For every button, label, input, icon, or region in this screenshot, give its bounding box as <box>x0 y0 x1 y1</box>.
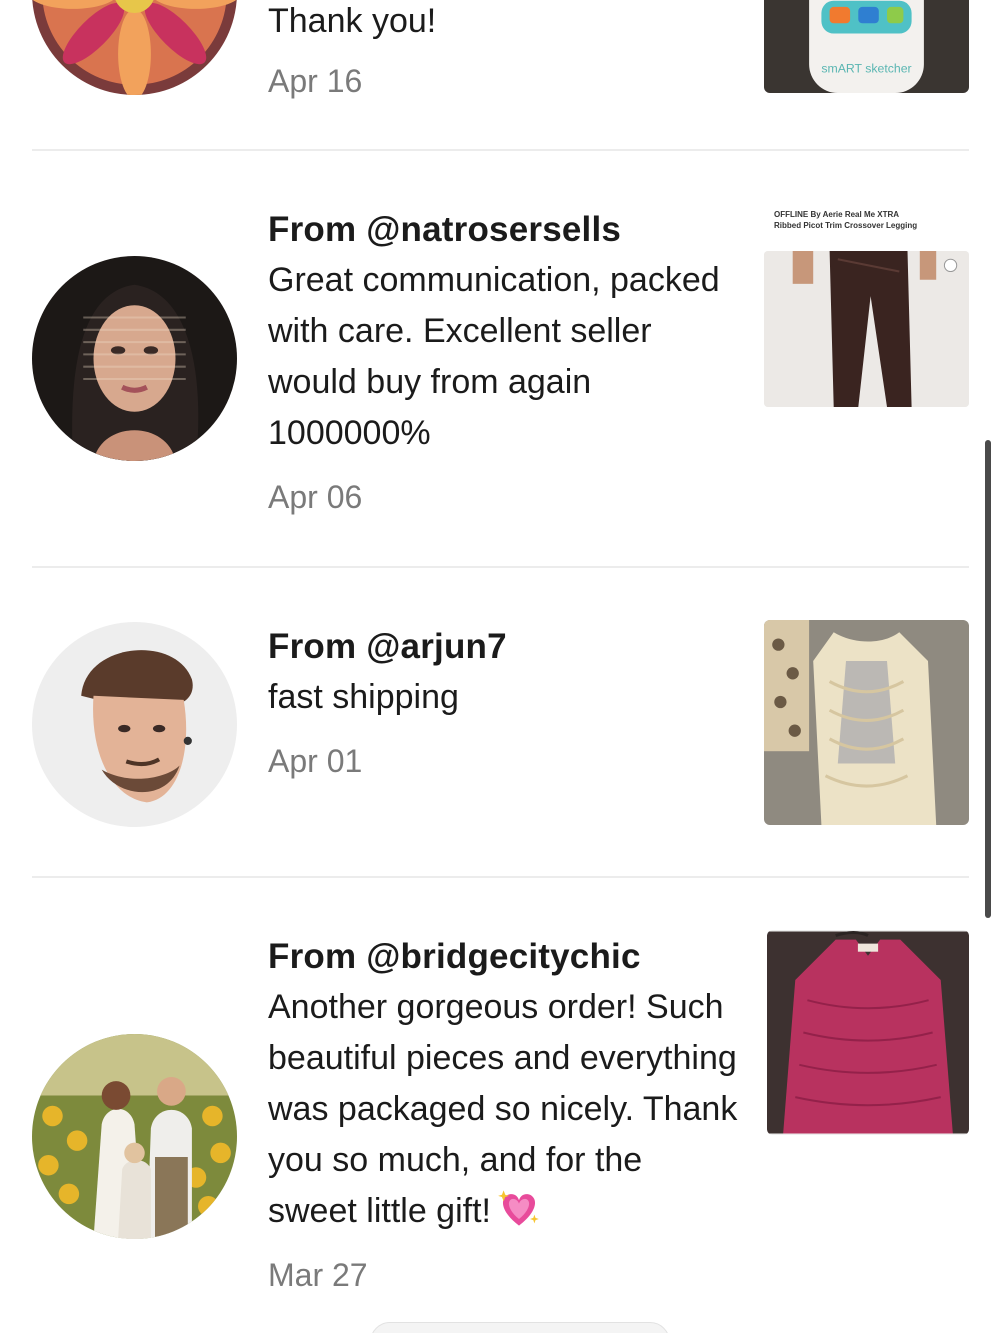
listing-thumbnail[interactable] <box>767 930 969 1135</box>
family-photo-icon <box>32 1034 237 1239</box>
sparkling-heart-icon <box>498 1190 539 1226</box>
reviewer-handle[interactable]: From @arjun7 <box>268 621 738 672</box>
reviewer-avatar[interactable] <box>32 256 237 461</box>
scrollbar[interactable] <box>985 440 991 918</box>
lace-top-photo-icon <box>764 620 969 825</box>
reviewer-handle[interactable]: From @bridgecitychic <box>268 931 738 982</box>
reviewer-avatar[interactable] <box>32 622 237 827</box>
review-date: Apr 01 <box>268 743 363 779</box>
flower-photo-icon <box>32 0 237 95</box>
listing-thumbnail[interactable]: smART sketcher <box>764 0 969 93</box>
divider <box>32 876 969 878</box>
thumb-caption: OFFLINE By Aerie Real Me XTRA Ribbed Pic… <box>774 210 918 230</box>
review-date: Apr 16 <box>268 63 363 99</box>
divider <box>32 566 969 568</box>
divider <box>32 149 969 151</box>
reviewer-avatar[interactable] <box>32 1034 237 1239</box>
thumb-caption: smART sketcher <box>821 62 911 76</box>
review-text: From @natrosersells Great communication,… <box>268 204 738 517</box>
smart-sketcher-toy-photo-icon: smART sketcher <box>764 0 969 93</box>
review-comment: Thank you! <box>268 2 437 40</box>
reviewer-handle[interactable]: From @natrosersells <box>268 204 738 255</box>
review-date: Apr 06 <box>268 479 363 515</box>
review-text: From @arjun7 fast shipping Apr 01 <box>268 621 738 781</box>
review-comment: Great communication, packed with care. E… <box>268 261 720 452</box>
reviewer-avatar[interactable] <box>32 0 237 95</box>
review-date: Mar 27 <box>268 1257 368 1293</box>
review-comment: fast shipping <box>268 678 459 716</box>
bottom-sheet-handle[interactable] <box>370 1322 670 1333</box>
review-text: From @bridgecitychic Another gorgeous or… <box>268 931 738 1295</box>
woman-portrait-photo-icon <box>32 256 237 461</box>
listing-thumbnail[interactable] <box>764 251 969 407</box>
review-text: Thank you! Apr 16 <box>268 0 738 101</box>
man-portrait-photo-icon <box>32 622 237 827</box>
review-comment-wrap: Another gorgeous order! Such beautiful p… <box>268 982 738 1237</box>
listing-thumbnail[interactable] <box>764 620 969 825</box>
pink-blouse-photo-icon <box>767 930 969 1134</box>
leggings-photo-icon <box>764 251 969 407</box>
